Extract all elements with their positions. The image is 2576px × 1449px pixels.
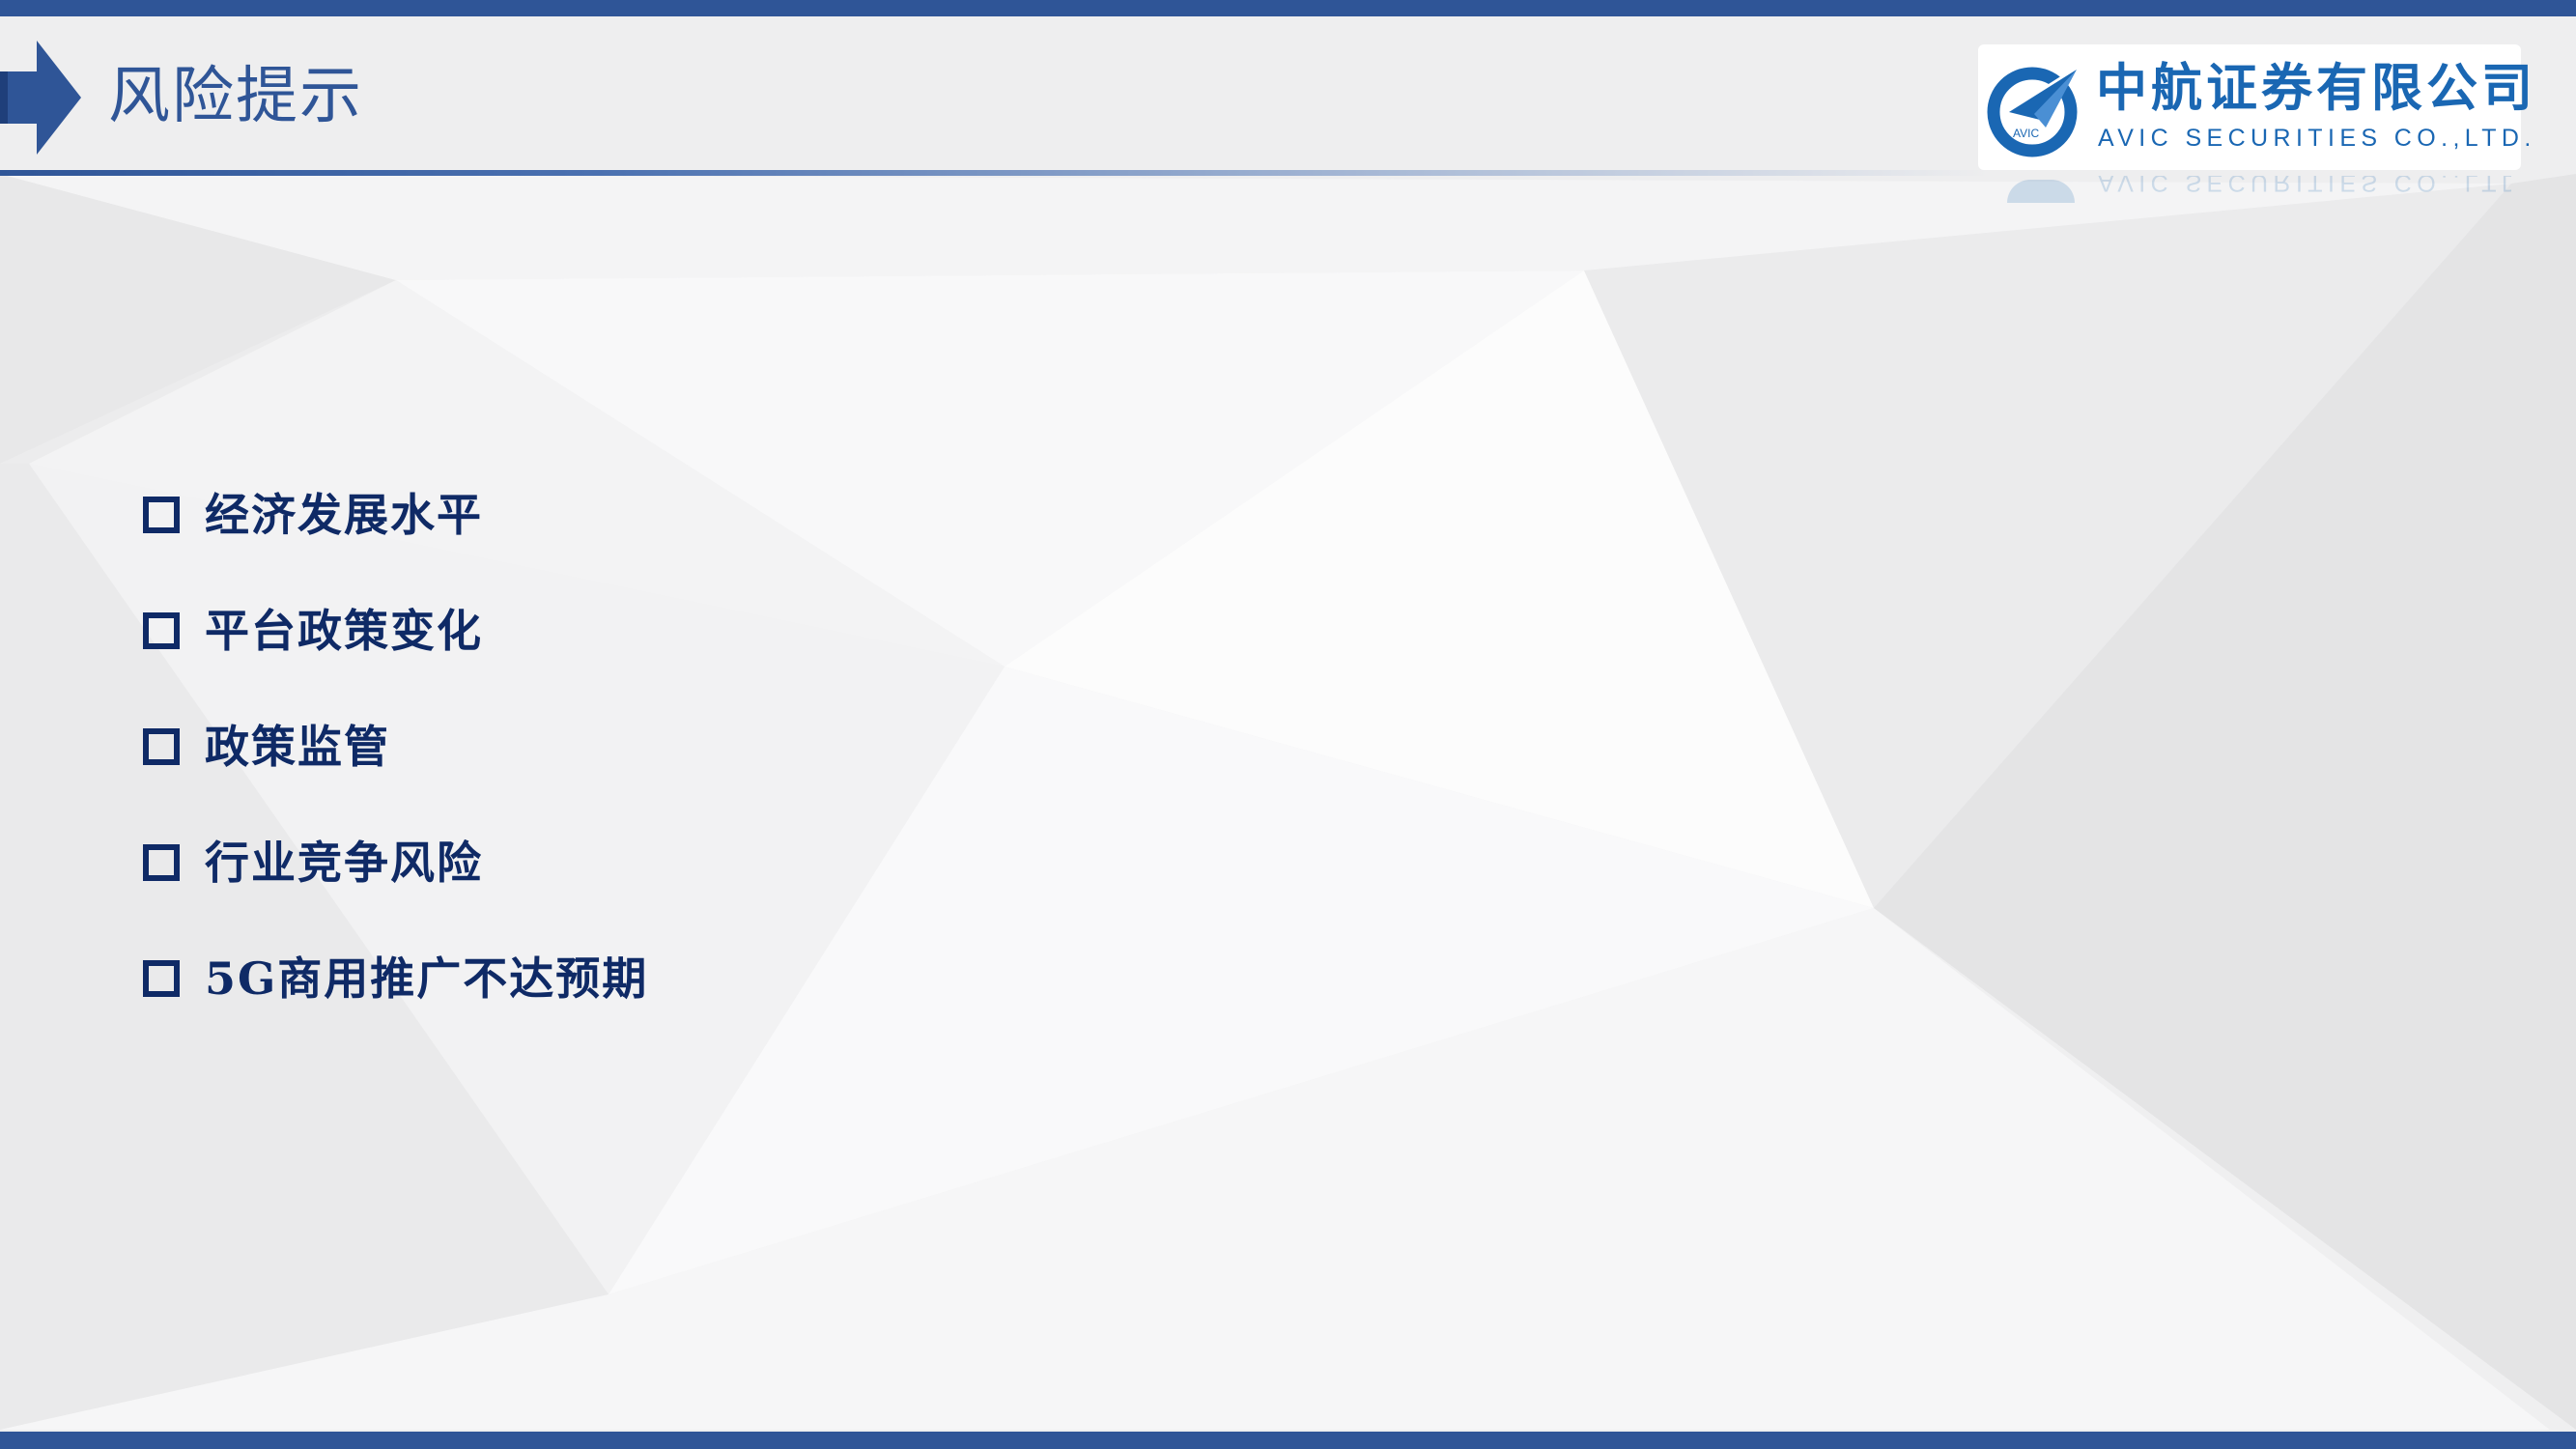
title-divider: [0, 170, 1990, 176]
avic-emblem-icon: AVIC: [1987, 64, 2081, 157]
company-logo: AVIC 中航证券有限公司 AVIC SECURITIES CO.,LTD.: [1978, 44, 2533, 170]
risk-label: 5G商用推广不达预期: [205, 952, 649, 1005]
checkbox-icon: [143, 612, 180, 649]
logo-reflection: AVIC SECURITIES CO.,LTD.: [1988, 176, 2511, 205]
checkbox-icon: [143, 844, 180, 881]
list-item: 5G商用推广不达预期: [143, 947, 648, 1063]
risk-label: 政策监管: [205, 721, 390, 773]
checkbox-icon: [143, 497, 180, 533]
list-item: 政策监管: [143, 715, 648, 831]
list-item: 行业竞争风险: [143, 831, 648, 947]
risk-label: 经济发展水平: [205, 489, 483, 541]
page-title: 风险提示: [108, 61, 363, 132]
list-item: 经济发展水平: [143, 483, 648, 599]
checkbox-icon: [143, 960, 180, 997]
risk-label: 行业竞争风险: [205, 837, 483, 889]
svg-text:AVIC: AVIC: [2013, 127, 2039, 140]
risk-list: 经济发展水平 平台政策变化 政策监管 行业竞争风险 5G商用推广不达预期: [143, 483, 648, 1063]
bottom-accent-bar: [0, 1432, 2576, 1449]
title-arrow-icon: [0, 41, 81, 155]
list-item: 平台政策变化: [143, 599, 648, 715]
checkbox-icon: [143, 728, 180, 765]
logo-company-name-en: AVIC SECURITIES CO.,LTD.: [2098, 125, 2536, 152]
logo-company-name-cn: 中航证券有限公司: [2096, 59, 2536, 118]
risk-label: 平台政策变化: [205, 605, 483, 657]
top-accent-bar: [0, 0, 2576, 16]
